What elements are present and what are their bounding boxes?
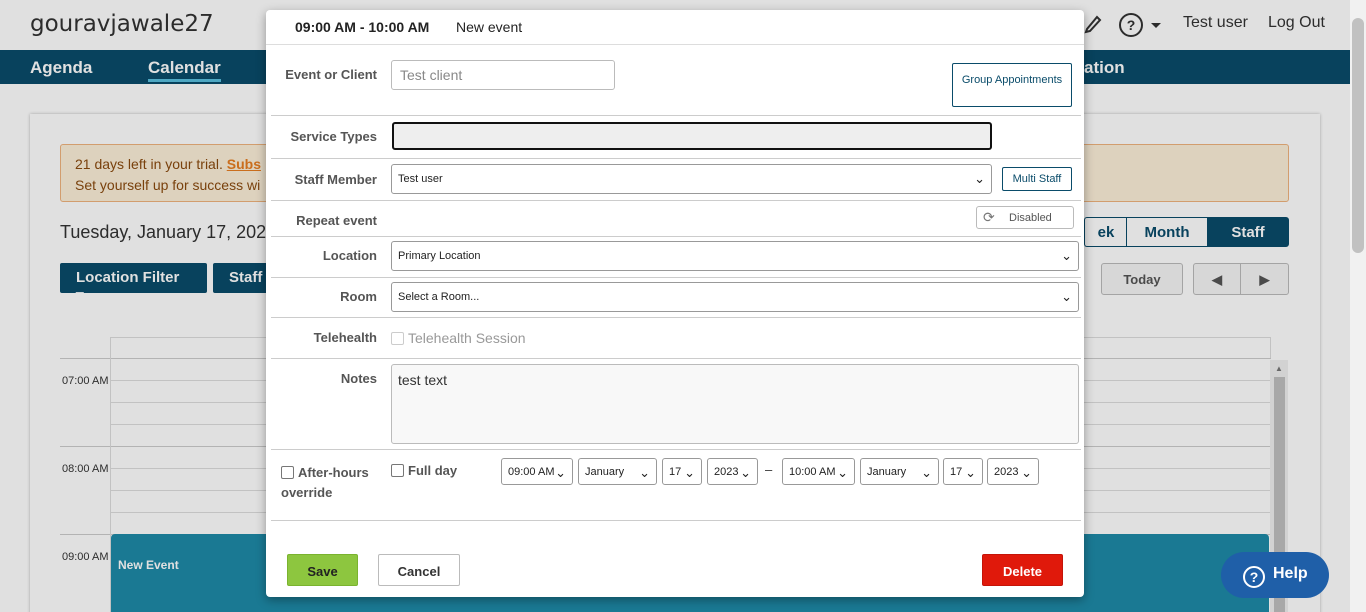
notes-row: Notes test text <box>271 359 1081 450</box>
location-select[interactable]: Primary Location ⌄ <box>391 241 1079 271</box>
start-year-value: 2023 <box>714 466 739 478</box>
repeat-row: Repeat event ⟳ Disabled <box>271 201 1081 237</box>
client-row: Event or Client Test client Group Appoin… <box>271 45 1081 116</box>
chevron-down-icon: ⌄ <box>684 465 695 480</box>
telehealth-option: Telehealth Session <box>408 330 526 346</box>
client-input[interactable]: Test client <box>391 60 615 90</box>
start-month-value: January <box>585 466 625 478</box>
staff-select[interactable]: Test user ⌄ <box>391 164 992 194</box>
end-time-value: 10:00 AM <box>789 466 836 478</box>
end-time-select[interactable]: 10:00 AM ⌄ <box>782 458 855 485</box>
start-time-value: 09:00 AM <box>508 466 555 478</box>
start-day-value: 17 <box>669 466 682 478</box>
room-select[interactable]: Select a Room... ⌄ <box>391 282 1079 312</box>
service-types-input[interactable] <box>392 122 992 150</box>
start-day-select[interactable]: 17 ⌄ <box>662 458 702 485</box>
client-label: Event or Client <box>285 67 377 82</box>
delete-button[interactable]: Delete <box>982 554 1063 586</box>
room-label: Room <box>340 289 377 304</box>
help-button[interactable]: ? Help <box>1221 552 1329 598</box>
chevron-down-icon: ⌄ <box>837 465 848 480</box>
after-hours-checkbox[interactable]: After-hours override <box>281 463 369 503</box>
chevron-down-icon: ⌄ <box>921 465 932 480</box>
cancel-button[interactable]: Cancel <box>378 554 460 586</box>
end-month-value: January <box>867 466 907 478</box>
chevron-down-icon: ⌄ <box>555 465 566 480</box>
repeat-toggle[interactable]: ⟳ Disabled <box>976 206 1074 229</box>
range-dash: – <box>765 462 773 477</box>
staff-label: Staff Member <box>294 172 377 187</box>
modal-event-name: New event <box>456 19 523 35</box>
telehealth-row: Telehealth Telehealth Session <box>271 318 1081 359</box>
start-month-select[interactable]: January ⌄ <box>578 458 657 485</box>
end-day-select[interactable]: 17 ⌄ <box>943 458 983 485</box>
repeat-label: Repeat event <box>296 213 377 228</box>
staff-row: Staff Member Test user ⌄ Multi Staff <box>271 159 1081 201</box>
afterhours-label-2: override <box>281 485 333 500</box>
service-row: Service Types <box>271 116 1081 159</box>
room-row: Room Select a Room... ⌄ <box>271 278 1081 318</box>
location-row: Location Primary Location ⌄ <box>271 237 1081 278</box>
page-scroll-thumb[interactable] <box>1352 18 1364 253</box>
chevron-down-icon: ⌄ <box>965 465 976 480</box>
telehealth-checkbox[interactable]: Telehealth Session <box>391 330 526 346</box>
page-scrollbar[interactable] <box>1350 0 1366 612</box>
checkbox-icon <box>391 332 404 345</box>
help-label: Help <box>1273 565 1308 582</box>
end-year-value: 2023 <box>994 466 1019 478</box>
help-question-icon: ? <box>1243 566 1265 588</box>
location-value: Primary Location <box>398 250 481 262</box>
end-day-value: 17 <box>950 466 963 478</box>
notes-label: Notes <box>340 371 377 386</box>
checkbox-icon <box>391 464 404 477</box>
repeat-icon: ⟳ <box>983 209 995 225</box>
modal-header: 09:00 AM - 10:00 AM New event <box>266 10 1084 45</box>
save-button[interactable]: Save <box>287 554 358 586</box>
telehealth-label: Telehealth <box>313 330 377 345</box>
afterhours-label: After-hours <box>298 465 369 480</box>
start-year-select[interactable]: 2023 ⌄ <box>707 458 758 485</box>
checkbox-icon <box>281 466 294 479</box>
event-modal: 09:00 AM - 10:00 AM New event Event or C… <box>266 10 1084 597</box>
datetime-row: After-hours override Full day 09:00 AM ⌄ J… <box>271 450 1081 521</box>
room-value: Select a Room... <box>398 291 480 303</box>
service-label: Service Types <box>290 129 377 144</box>
chevron-down-icon: ⌄ <box>1061 289 1072 304</box>
chevron-down-icon: ⌄ <box>1021 465 1032 480</box>
staff-value: Test user <box>398 173 443 185</box>
notes-textarea[interactable]: test text <box>391 364 1079 444</box>
fullday-label: Full day <box>408 463 458 478</box>
chevron-down-icon: ⌄ <box>740 465 751 480</box>
modal-time-range: 09:00 AM - 10:00 AM <box>295 19 430 35</box>
repeat-value: Disabled <box>1009 212 1052 224</box>
start-time-select[interactable]: 09:00 AM ⌄ <box>501 458 573 485</box>
multi-staff-button[interactable]: Multi Staff <box>1002 167 1072 191</box>
group-appointments-button[interactable]: Group Appointments <box>952 63 1072 107</box>
chevron-down-icon: ⌄ <box>974 171 985 186</box>
end-year-select[interactable]: 2023 ⌄ <box>987 458 1039 485</box>
chevron-down-icon: ⌄ <box>1061 248 1072 263</box>
chevron-down-icon: ⌄ <box>639 465 650 480</box>
location-label: Location <box>322 248 377 263</box>
full-day-checkbox[interactable]: Full day <box>391 463 457 478</box>
end-month-select[interactable]: January ⌄ <box>860 458 939 485</box>
